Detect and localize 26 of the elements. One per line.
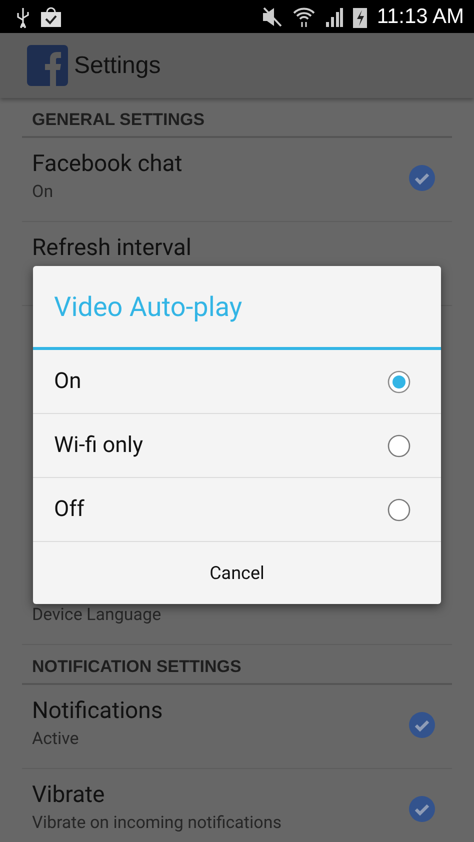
radio-option[interactable]: Off <box>33 478 441 542</box>
mute-icon <box>260 6 283 26</box>
wifi-icon <box>292 6 315 28</box>
signal-icon <box>324 6 343 26</box>
radio-button[interactable] <box>387 370 411 394</box>
usb-icon <box>16 6 30 28</box>
dialog-title: Video Auto-play <box>54 290 242 322</box>
cancel-button[interactable]: Cancel <box>33 542 441 604</box>
checkbox[interactable] <box>408 711 436 739</box>
screen-title: Settings <box>74 52 161 80</box>
radio-option[interactable]: On <box>33 350 441 414</box>
clock-time: 11:13 AM <box>376 4 464 28</box>
battery-charging-icon <box>352 6 367 28</box>
setting-summary: Device Language <box>32 604 162 627</box>
section-header: GENERAL SETTINGS <box>32 110 205 130</box>
shopping-bag-icon <box>40 6 62 28</box>
setting-summary: Active <box>32 728 80 751</box>
section-header: NOTIFICATION SETTINGS <box>32 657 242 677</box>
checkbox[interactable] <box>408 795 436 823</box>
setting-summary: Vibrate on incoming notifications <box>32 812 282 835</box>
app-logo-icon[interactable] <box>27 45 68 86</box>
setting-summary: On <box>32 181 54 204</box>
radio-option[interactable]: Wi-fi only <box>33 414 441 478</box>
checkbox[interactable] <box>408 164 436 192</box>
radio-button[interactable] <box>387 498 411 522</box>
radio-button[interactable] <box>387 434 411 458</box>
